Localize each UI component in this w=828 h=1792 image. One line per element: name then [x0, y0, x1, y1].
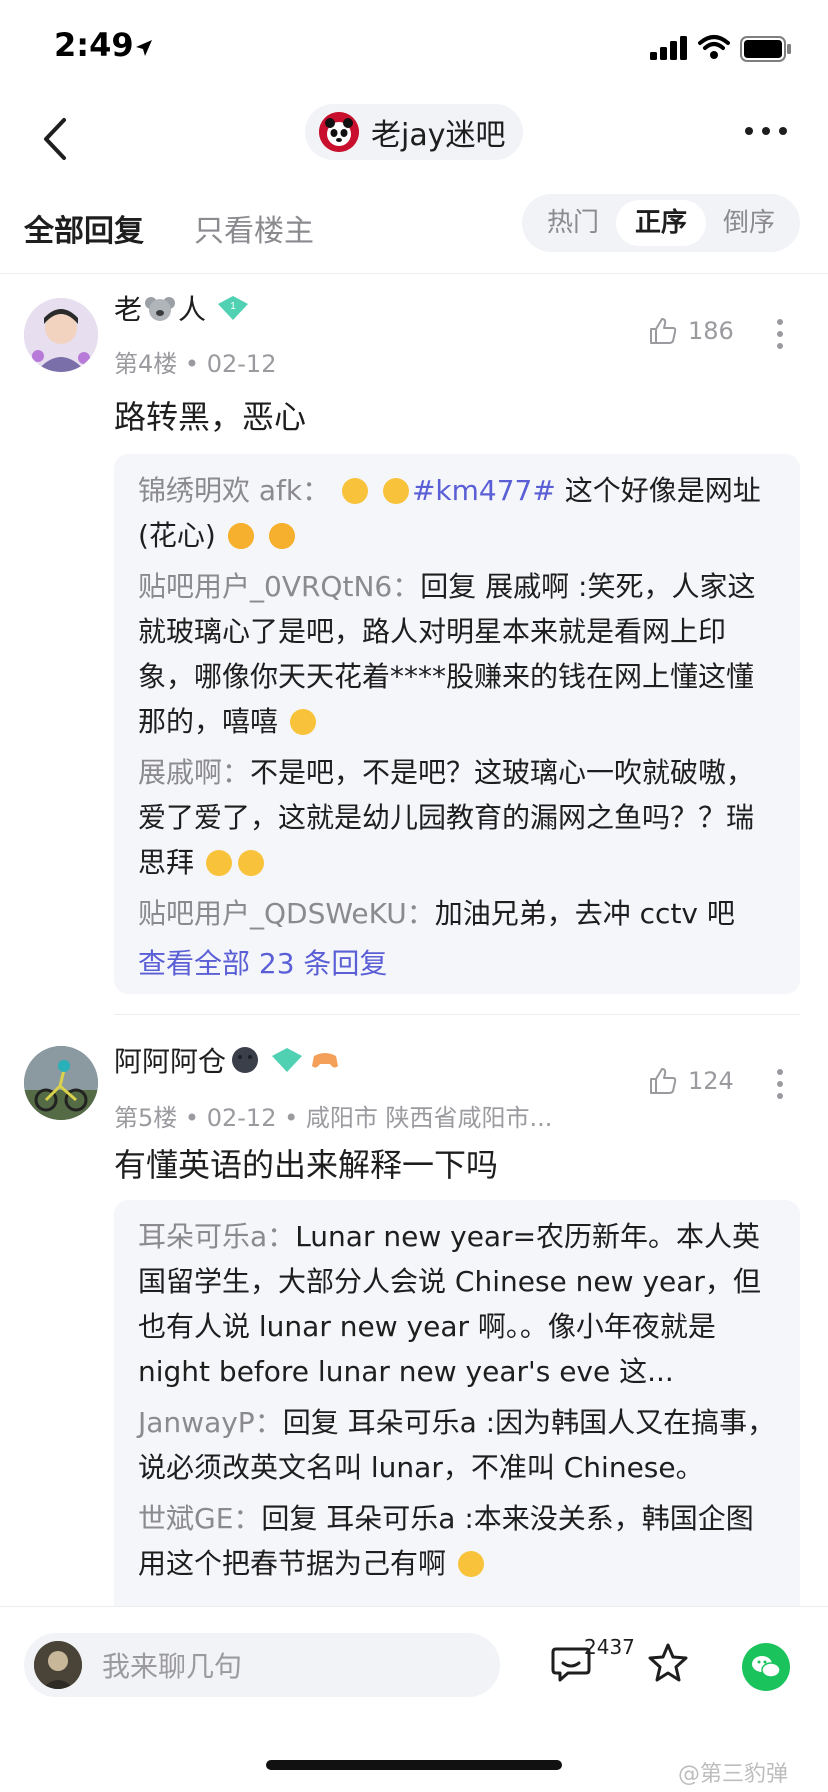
thumbs-up-icon — [650, 318, 677, 344]
more-options-icon[interactable] — [744, 126, 788, 136]
tab-all-replies[interactable]: 全部回复 — [24, 206, 144, 250]
hashtag-link[interactable]: #km477# — [412, 474, 556, 507]
location-arrow-icon — [136, 40, 152, 56]
shy-face-emoji-icon — [342, 478, 369, 504]
user-avatar-image — [24, 298, 98, 372]
reply-item: 贴吧用户_0VRQtN6：回复 展戚啊 :笑死，人家这就玻璃心了是吧，路人对明星… — [138, 570, 756, 738]
tongue-face-emoji-icon — [289, 709, 316, 735]
sort-descending[interactable]: 倒序 — [704, 200, 794, 246]
reply-username[interactable]: 展戚啊 — [138, 756, 222, 789]
post-content: 路转黑，恶心 — [114, 398, 307, 436]
thumbs-up-icon — [650, 1068, 677, 1094]
sort-toggle: 热门 正序 倒序 — [522, 194, 800, 252]
comment-input[interactable]: 我来聊几句 — [24, 1633, 500, 1697]
my-avatar-image — [34, 1641, 82, 1689]
reply-item: JanwayP：回复 耳朵可乐a :因为韩国人又在搞事，说必须改英文名叫 lun… — [138, 1406, 776, 1484]
sort-hot[interactable]: 热门 — [528, 200, 618, 246]
koala-emoji-icon — [145, 297, 176, 321]
level-badge-icon — [272, 1048, 303, 1072]
reply-item: 贴吧用户_QDSWeKU：加油兄弟，去冲 cctv 吧 — [138, 897, 735, 930]
back-arrow-icon[interactable] — [40, 114, 70, 164]
hug-emoji-icon — [237, 850, 264, 876]
hug-emoji-icon — [205, 850, 232, 876]
heart-eyes-emoji-icon — [268, 523, 295, 549]
reply-username[interactable]: 锦绣明欢 afk — [138, 474, 302, 507]
reply-item: 展戚啊：不是吧，不是吧？这玻璃心一吹就破嗷，爱了爱了，这就是幼儿园教育的漏网之鱼… — [138, 756, 755, 879]
post-more-icon[interactable] — [776, 318, 784, 350]
reply-item: 世斌GE：回复 耳朵可乐a :本来没关系，韩国企图用这个把春节据为己有啊 — [138, 1502, 754, 1580]
reply-username[interactable]: 贴吧用户_QDSWeKU — [138, 897, 407, 930]
nav-bar: 老jay迷吧 — [0, 96, 828, 186]
forum-title-button[interactable]: 老jay迷吧 — [305, 104, 523, 160]
reply-item: 锦绣明欢 afk： #km477# 这个好像是网址(花心) — [138, 474, 761, 552]
comment-count: 2437 — [584, 1635, 635, 1659]
cellular-signal-icon — [650, 36, 687, 60]
tab-op-only[interactable]: 只看楼主 — [194, 206, 314, 250]
post-meta: 第4楼 • 02-12 — [114, 350, 277, 378]
svg-text:1: 1 — [230, 301, 236, 312]
view-all-replies-link[interactable]: 查看全部 23 条回复 — [138, 942, 776, 986]
post-divider — [114, 1014, 800, 1015]
comment-placeholder: 我来聊几句 — [102, 1650, 243, 1683]
post-meta: 第5楼 • 02-12 • 咸阳市 陕西省咸阳市... — [114, 1104, 553, 1132]
post-content: 有懂英语的出来解释一下吗 — [114, 1146, 499, 1184]
post-more-icon[interactable] — [776, 1068, 784, 1100]
wechat-share-button[interactable] — [742, 1643, 790, 1691]
reply-username[interactable]: 耳朵可乐a — [138, 1220, 267, 1253]
home-indicator — [266, 1760, 562, 1770]
shy-face-emoji-icon — [382, 478, 409, 504]
reply-username[interactable]: 世斌GE — [138, 1502, 233, 1535]
status-bar: 2:49 — [0, 0, 828, 96]
username[interactable]: 阿阿阿仓 — [114, 1040, 340, 1080]
avatar[interactable] — [24, 298, 98, 372]
like-button[interactable]: 186 — [648, 316, 734, 346]
like-button[interactable]: 124 — [648, 1066, 734, 1096]
reply-username[interactable]: JanwayP — [138, 1406, 255, 1439]
wechat-icon — [752, 1656, 781, 1678]
battery-icon — [740, 36, 791, 62]
forum-avatar — [319, 112, 359, 152]
heart-eyes-emoji-icon — [227, 523, 254, 549]
favorite-star-icon[interactable] — [646, 1641, 690, 1685]
panda-logo-icon — [319, 112, 359, 152]
status-time: 2:49 — [54, 26, 134, 64]
username[interactable]: 老 人 1 — [114, 288, 250, 328]
user-avatar-image — [24, 1046, 98, 1120]
forum-name: 老jay迷吧 — [371, 118, 506, 153]
sort-ascending[interactable]: 正序 — [616, 200, 706, 246]
reply-item: 耳朵可乐a：Lunar new year=农历新年。本人英国留学生，大部分人会说… — [138, 1220, 761, 1388]
level-badge-icon: 1 — [218, 296, 249, 320]
new-moon-face-emoji-icon — [232, 1047, 259, 1073]
weibo-watermark: @第三豹弹 — [678, 1762, 789, 1787]
my-avatar — [34, 1641, 82, 1689]
thinking-face-emoji-icon — [457, 1551, 484, 1577]
game-controller-badge-icon — [312, 1053, 339, 1068]
avatar[interactable] — [24, 1046, 98, 1120]
reply-filter-row: 全部回复 只看楼主 热门 正序 倒序 — [0, 194, 828, 274]
reply-preview-box[interactable]: 耳朵可乐a：Lunar new year=农历新年。本人英国留学生，大部分人会说… — [114, 1200, 800, 1620]
wifi-icon — [698, 35, 730, 59]
reply-preview-box[interactable]: 锦绣明欢 afk： #km477# 这个好像是网址(花心) 贴吧用户_0VRQt… — [114, 454, 800, 994]
reply-username[interactable]: 贴吧用户_0VRQtN6 — [138, 570, 392, 603]
